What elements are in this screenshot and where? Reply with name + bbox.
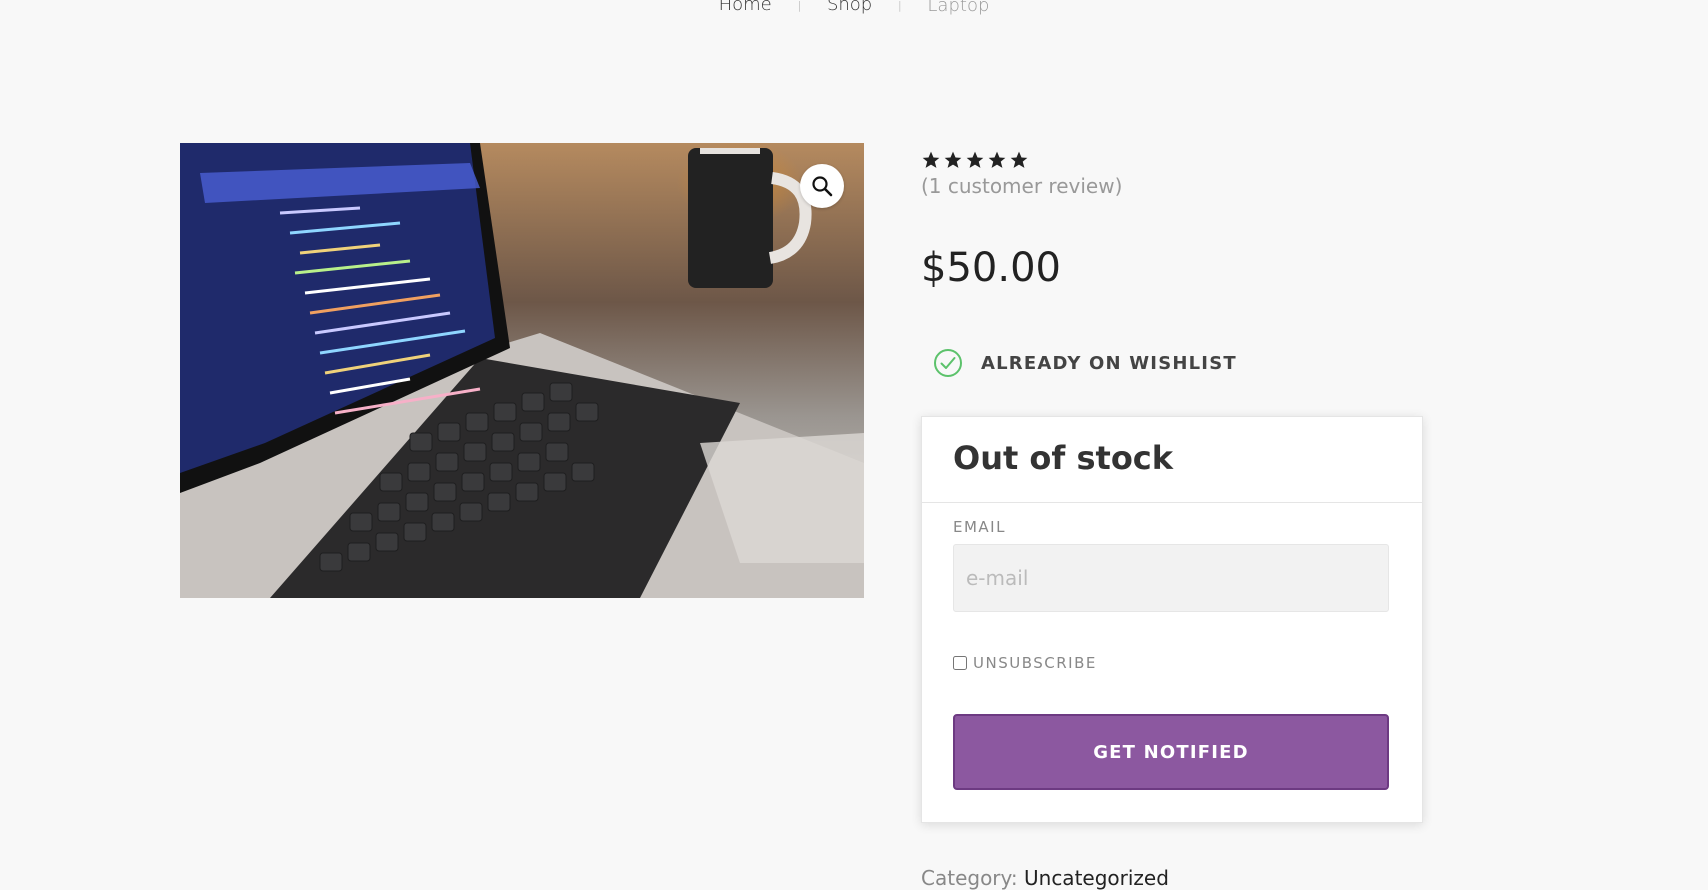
laptop-photo xyxy=(180,143,864,598)
breadcrumb-current: Laptop xyxy=(927,0,990,16)
stock-status-title: Out of stock xyxy=(922,417,1422,503)
product-price: $50.00 xyxy=(921,245,1061,291)
breadcrumb: Home | Shop | Laptop xyxy=(0,0,1708,16)
breadcrumb-separator: | xyxy=(897,0,902,12)
out-of-stock-notify-box: Out of stock EMAIL UNSUBSCRIBE GET NOTIF… xyxy=(921,416,1423,823)
breadcrumb-shop[interactable]: Shop xyxy=(827,0,872,15)
magnifier-icon xyxy=(812,176,833,197)
breadcrumb-home[interactable]: Home xyxy=(719,0,772,15)
email-field[interactable] xyxy=(953,544,1389,612)
product-category: Category: Uncategorized xyxy=(921,866,1169,890)
category-link[interactable]: Uncategorized xyxy=(1024,866,1169,890)
mug-shape xyxy=(688,148,773,288)
unsubscribe-option[interactable]: UNSUBSCRIBE xyxy=(953,654,1097,672)
wishlist-label: ALREADY ON WISHLIST xyxy=(981,352,1237,374)
zoom-button[interactable] xyxy=(800,164,844,208)
star-icon xyxy=(966,151,984,168)
star-icon xyxy=(922,151,940,168)
email-label: EMAIL xyxy=(953,518,1006,536)
star-icon xyxy=(944,151,962,168)
check-circle-icon xyxy=(934,349,962,377)
wishlist-status[interactable]: ALREADY ON WISHLIST xyxy=(933,348,1237,378)
get-notified-button[interactable]: GET NOTIFIED xyxy=(953,714,1389,790)
product-image[interactable] xyxy=(180,143,864,598)
product-summary: (1 customer review) xyxy=(921,150,1421,198)
star-rating xyxy=(921,150,1421,170)
unsubscribe-checkbox[interactable] xyxy=(953,656,967,670)
mug-rim xyxy=(700,148,760,154)
review-count-link[interactable]: (1 customer review) xyxy=(921,174,1421,198)
breadcrumb-separator: | xyxy=(797,0,802,12)
star-icon xyxy=(1010,151,1028,168)
star-icon xyxy=(988,151,1006,168)
category-label: Category: xyxy=(921,866,1018,890)
unsubscribe-label: UNSUBSCRIBE xyxy=(973,654,1097,672)
